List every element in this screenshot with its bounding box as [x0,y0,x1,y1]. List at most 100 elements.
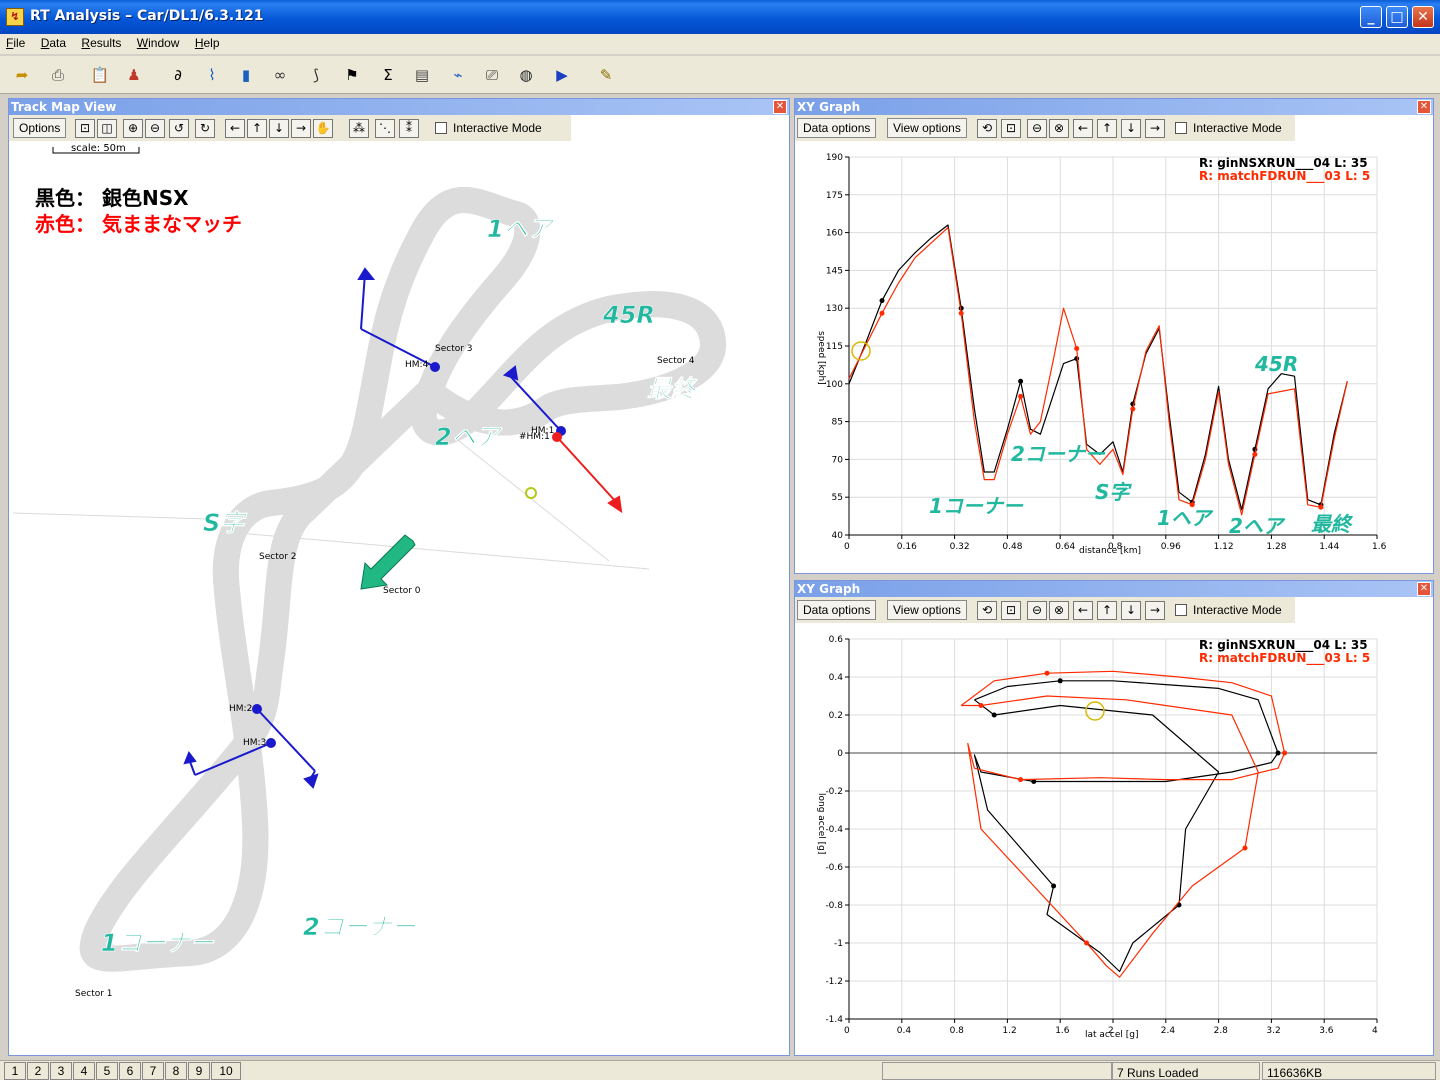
gg-xlabel: lat accel [g] [1085,1030,1138,1040]
sigma-icon[interactable]: Σ [376,63,400,87]
speed-view-options-button[interactable]: View options [887,118,967,138]
checkered-flag-icon[interactable]: ⚑ [340,63,364,87]
table-icon[interactable]: ▤ [410,63,434,87]
gg-interactive-checkbox[interactable] [1175,604,1187,616]
run-tab-3[interactable]: 3 [50,1062,72,1080]
rotate-right-icon[interactable]: ↻ [195,119,215,138]
sg-ytick-label: 145 [826,266,843,276]
speed-pan-down-icon[interactable]: ↓ [1121,119,1141,138]
menu-help[interactable]: Help [189,34,226,50]
speed-graph-close-icon[interactable]: ✕ [1417,100,1431,114]
delete-marker-icon[interactable]: ⁑ [399,119,419,138]
hand-pan-icon[interactable]: ✋ [313,119,333,138]
sg-ytick-label: 70 [832,455,844,465]
play-icon[interactable]: ▶ [550,63,574,87]
gg-data-options-button[interactable]: Data options [797,600,877,620]
track-map-icon[interactable]: ∂ [166,63,190,87]
zoom-in-icon[interactable]: ⊕ [123,119,143,138]
track-map-canvas[interactable]: scale: 50m 黒色： 銀色NSX 赤色： 気ままなマッチ Sector … [9,141,789,1055]
menu-data[interactable]: Data [35,34,72,50]
lap-compare-icon[interactable]: ∞ [268,63,292,87]
speed-interactive-checkbox[interactable] [1175,122,1187,134]
gg-undo-zoom-icon[interactable]: ⟲ [977,601,997,620]
zoom-fit-icon[interactable]: ◫ [97,119,117,138]
menu-file[interactable]: File [0,34,31,50]
app-logo-icon: ↯ [6,8,24,26]
gg-chart[interactable]: 0 0.4 0.8 1.2 1.6 2 2.4 2.8 3.2 3.6 40.60.40.20-0.… [795,623,1433,1055]
rotate-left-icon[interactable]: ↺ [169,119,189,138]
gg-pan-up-icon[interactable]: ↑ [1097,601,1117,620]
pan-left-icon[interactable]: ← [225,119,245,138]
run-tab-7[interactable]: 7 [142,1062,164,1080]
zoom-box-icon[interactable]: ⊡ [75,119,95,138]
move-marker-icon[interactable]: ⋱ [375,119,395,138]
run-tab-8[interactable]: 8 [165,1062,187,1080]
track-interactive-checkbox[interactable] [435,122,447,134]
annotation-2-corner: 2コーナー [303,913,417,941]
menu-window[interactable]: Window [131,34,186,50]
run-tab-5[interactable]: 5 [96,1062,118,1080]
speed-pan-up-icon[interactable]: ↑ [1097,119,1117,138]
speed-graph-title: XY Graph [795,99,1433,115]
gg-zoom-box-icon[interactable]: ⊡ [1001,601,1021,620]
gg-pan-down-icon[interactable]: ↓ [1121,601,1141,620]
video-camera-icon[interactable]: ⎚ [480,63,504,87]
sg-xtick-label: 1.44 [1319,542,1339,552]
speed-zoom-reset-icon[interactable]: ⊗ [1049,119,1069,138]
speed-pan-left-icon[interactable]: ← [1073,119,1093,138]
maximize-button[interactable]: □ [1386,6,1408,28]
speed-data-options-button[interactable]: Data options [797,118,877,138]
sg-xtick-label: 1.12 [1214,542,1234,552]
track-map-title: Track Map View [9,99,789,115]
print-icon[interactable]: ⎙ [46,63,70,87]
close-button[interactable]: ✕ [1412,6,1434,28]
speed-zoom-box-icon[interactable]: ⊡ [1001,119,1021,138]
memory-status: 116636KB [1262,1062,1436,1080]
legend-red-text: 赤色： 気ままなマッチ [35,212,242,236]
pan-right-icon[interactable]: → [291,119,311,138]
bar-chart-icon[interactable]: ▮ [234,63,258,87]
driver-icon[interactable]: ♟ [122,63,146,87]
run-tab-9[interactable]: 9 [188,1062,210,1080]
xy-graph-icon[interactable]: ⌁ [446,63,470,87]
gg-graph-close-icon[interactable]: ✕ [1417,582,1431,596]
speed-zoom-out-icon[interactable]: ⊖ [1027,119,1047,138]
speed-undo-zoom-icon[interactable]: ⟲ [977,119,997,138]
gg-zoom-reset-icon[interactable]: ⊗ [1049,601,1069,620]
sectors-icon[interactable]: ⟆ [304,63,328,87]
gg-view-options-button[interactable]: View options [887,600,967,620]
run-tab-6[interactable]: 6 [119,1062,141,1080]
gg-axes: 0 0.4 0.8 1.2 1.6 2 2.4 2.8 3.2 3.6 40.60.40.20-0.… [825,635,1378,1036]
track-map-close-icon[interactable]: ✕ [773,100,787,114]
open-folder-icon[interactable]: ➦ [10,63,34,87]
run-tab-10[interactable]: 10 [211,1062,241,1080]
add-marker-icon[interactable]: ⁂ [349,119,369,138]
gg-xtick-label: 1.6 [1055,1026,1070,1036]
line-graph-icon[interactable]: ⌇ [200,63,224,87]
annotation-2-hair: 2ヘア [435,423,503,451]
run-tab-1[interactable]: 1 [4,1062,26,1080]
run-tab-2[interactable]: 2 [27,1062,49,1080]
legend-black-text: 黒色： 銀色NSX [35,186,189,210]
clipboard-icon[interactable]: 📋 [88,63,112,87]
run-tab-4[interactable]: 4 [73,1062,95,1080]
gg-pan-right-icon[interactable]: → [1145,601,1165,620]
gg-series-point-1 [978,703,984,708]
gg-series-point-0 [1275,750,1281,756]
gauge-icon[interactable]: ◍ [514,63,538,87]
speed-cursor-icon [851,341,871,361]
pan-up-icon[interactable]: ↑ [247,119,267,138]
notes-icon[interactable]: ✎ [594,63,618,87]
gg-pan-left-icon[interactable]: ← [1073,601,1093,620]
minimize-button[interactable]: _ [1360,6,1382,28]
gg-zoom-out-icon[interactable]: ⊖ [1027,601,1047,620]
zoom-out-icon[interactable]: ⊖ [145,119,165,138]
menu-results[interactable]: Results [75,34,127,50]
speed-pan-right-icon[interactable]: → [1145,119,1165,138]
speed-chart[interactable]: 0 0.16 0.32 0.48 0.64 0.8 0.96 1.12 1.28 1.44 1.61… [795,141,1433,573]
marker-hm1-red[interactable] [552,432,623,514]
pan-down-icon[interactable]: ↓ [269,119,289,138]
title-bar: ↯ RT Analysis – Car/DL1/6.3.121 _ □ ✕ [0,0,1440,34]
sg-series-point-0 [1018,378,1024,384]
track-options-button[interactable]: Options [13,118,67,138]
